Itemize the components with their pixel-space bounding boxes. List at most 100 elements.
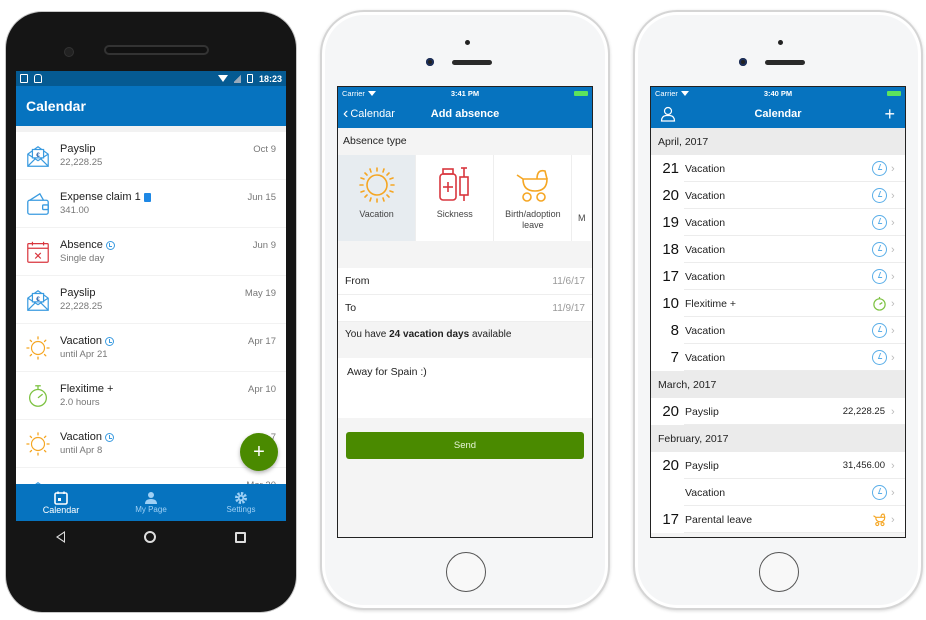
iphone-calendar: Carrier 3:40 PM Calendar + April, 2017 21…: [633, 10, 923, 610]
row-label: Vacation: [685, 351, 726, 364]
earpiece-speaker: [765, 60, 805, 65]
front-camera: [739, 58, 747, 66]
item-date: Jun 9: [252, 240, 276, 251]
list-item[interactable]: Expense claim 1 341.00 Jun 15: [16, 180, 286, 227]
tab-settings[interactable]: Settings: [196, 484, 286, 521]
chevron-right-icon: ›: [891, 351, 895, 364]
type-vacation[interactable]: Vacation: [338, 155, 417, 241]
list-item[interactable]: € Payslip 22,228.25 Oct 9: [16, 132, 286, 179]
app-bar: Calendar: [16, 86, 286, 126]
earpiece-speaker: [452, 60, 492, 65]
home-button[interactable]: [446, 552, 486, 592]
download-notification-icon: [20, 74, 28, 83]
list-item[interactable]: Flexitime + 2.0 hours Apr 10: [16, 372, 286, 419]
row-day: 10: [662, 295, 679, 312]
list-item[interactable]: Absence Single day Jun 9: [16, 228, 286, 275]
clock-icon: [872, 242, 887, 257]
calendar-row[interactable]: 8 Vacation ›: [651, 317, 905, 344]
clock-icon: [105, 432, 114, 442]
chevron-right-icon: ›: [891, 243, 895, 256]
send-button[interactable]: Send: [346, 432, 584, 459]
month-section-header: March, 2017: [651, 371, 905, 398]
person-icon: [145, 492, 157, 504]
add-button[interactable]: +: [884, 104, 895, 125]
calendar-row[interactable]: 19 Vacation ›: [651, 209, 905, 236]
battery-icon: [246, 74, 253, 83]
calendar-row[interactable]: 7 Vacation ›: [651, 344, 905, 371]
stroller-icon: [872, 512, 887, 527]
list-item[interactable]: Vacation until Apr 21 Apr 17: [16, 324, 286, 371]
back-label: Calendar: [350, 108, 395, 120]
android-screen: 18:23 Calendar € Payslip 22,228.25 Oct 9…: [16, 71, 286, 521]
fab-label: +: [253, 440, 265, 463]
absence-type-label: Absence type: [343, 135, 407, 147]
item-title: Vacation: [60, 431, 102, 443]
calendar-row[interactable]: 20 Vacation ›: [651, 182, 905, 209]
avail-suffix: available: [469, 329, 512, 340]
month-section-header: February, 2017: [651, 425, 905, 452]
chevron-left-icon: ‹: [343, 105, 349, 122]
front-camera: [426, 58, 434, 66]
back-button[interactable]: ‹ Calendar: [343, 105, 395, 122]
profile-icon[interactable]: [660, 106, 676, 122]
row-label: Vacation: [685, 162, 726, 175]
clock-icon: [872, 323, 887, 338]
note-text: Away for Spain :): [347, 366, 427, 378]
item-subtitle: until Apr 21: [60, 349, 108, 360]
calendar-row[interactable]: Vacation ›: [651, 479, 905, 506]
clock-icon: [872, 485, 887, 500]
to-date-row[interactable]: To 11/9/17: [338, 295, 592, 322]
calendar-row[interactable]: 17 Parental leave ›: [651, 506, 905, 533]
row-label: Payslip: [685, 405, 719, 418]
medicine-icon: [438, 167, 469, 201]
payslip-envelope-icon: €: [16, 287, 60, 313]
type-label: Sickness: [436, 209, 473, 219]
stopwatch-icon: [16, 383, 60, 409]
home-nav-icon[interactable]: [143, 531, 156, 543]
avail-days: 24 vacation days: [389, 329, 470, 340]
calendar-row[interactable]: 20 Payslip 22,228.25 ›: [651, 398, 905, 425]
calendar-row[interactable]: 18 Vacation ›: [651, 236, 905, 263]
type-sickness[interactable]: Sickness: [416, 155, 495, 241]
type-birth-adoption-leave[interactable]: Birth/adoption leave: [494, 155, 573, 241]
item-date: May 19: [244, 288, 276, 299]
status-time: 3:40 PM: [763, 89, 793, 98]
chevron-right-icon: ›: [891, 513, 895, 526]
nav-bar: ‹ Calendar Add absence: [338, 100, 592, 128]
absence-type-selector: Vacation Sickness Birth/adoption leave M: [338, 155, 592, 241]
type-label: Vacation: [359, 209, 394, 219]
chevron-right-icon: ›: [891, 162, 895, 175]
type-more-partial[interactable]: M: [572, 155, 592, 241]
from-date-row[interactable]: From 11/6/17: [338, 268, 592, 295]
type-label: Birth/adoption leave: [505, 209, 561, 230]
month-section-header: April, 2017: [651, 128, 905, 155]
item-subtitle: Single day: [60, 253, 105, 264]
row-label: Vacation: [685, 216, 726, 229]
row-day: 20: [662, 457, 679, 474]
chevron-right-icon: ›: [891, 216, 895, 229]
list-item[interactable]: € Payslip Mar 20: [16, 468, 286, 484]
note-textarea[interactable]: Away for Spain :): [338, 358, 592, 418]
back-nav-icon[interactable]: [55, 531, 65, 543]
calendar-row[interactable]: 10 Flexitime + ›: [651, 290, 905, 317]
row-day: 18: [662, 241, 679, 258]
tab-my-page[interactable]: My Page: [106, 484, 196, 521]
calendar-list[interactable]: April, 2017 21 Vacation › 20 Vacation › 19 …: [651, 128, 905, 533]
calendar-row[interactable]: 21 Vacation ›: [651, 155, 905, 182]
item-date: Oct 9: [253, 144, 276, 155]
row-label: Vacation: [685, 486, 726, 499]
row-label: Parental leave: [685, 513, 753, 526]
wallet-icon: [16, 191, 60, 217]
event-list[interactable]: € Payslip 22,228.25 Oct 9 Expense claim …: [16, 129, 286, 484]
from-label: From: [345, 275, 370, 287]
wifi-icon: [217, 75, 228, 82]
calendar-row[interactable]: 20 Payslip 31,456.00 ›: [651, 452, 905, 479]
list-item[interactable]: € Payslip 22,228.25 May 19: [16, 276, 286, 323]
tab-calendar[interactable]: Calendar: [16, 484, 106, 521]
add-fab-button[interactable]: +: [240, 433, 278, 471]
recents-nav-icon[interactable]: [235, 531, 247, 543]
calendar-row[interactable]: 17 Vacation ›: [651, 263, 905, 290]
svg-text:€: €: [36, 295, 40, 302]
home-button[interactable]: [759, 552, 799, 592]
